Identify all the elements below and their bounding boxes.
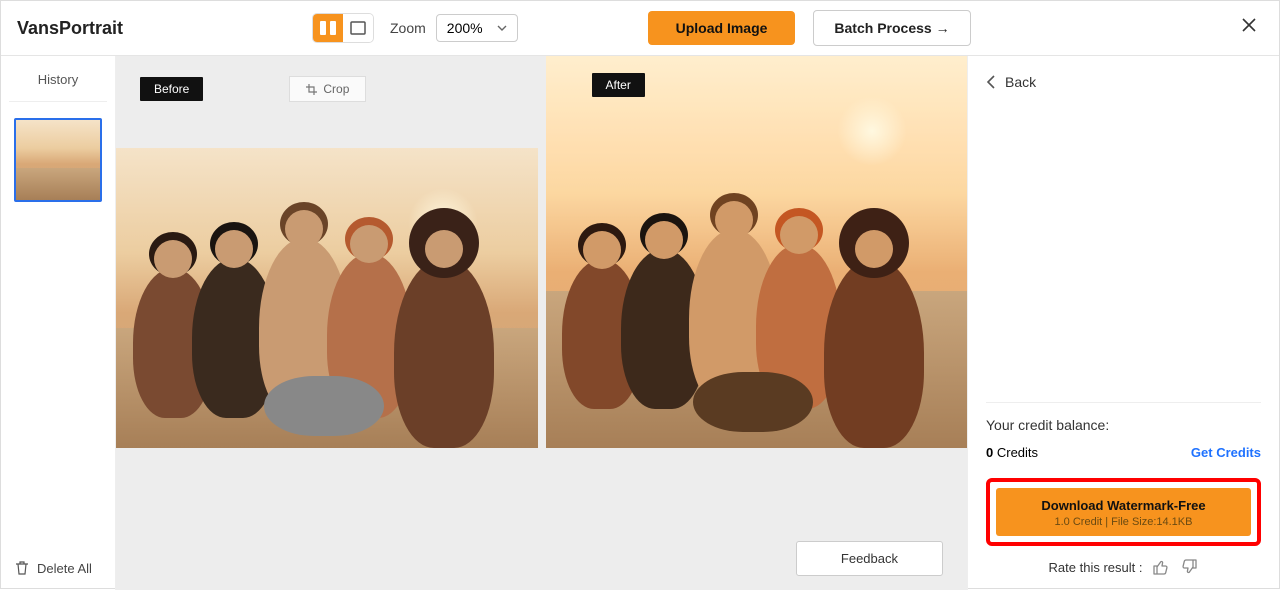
crop-button[interactable]: Crop: [289, 76, 366, 102]
thumbs-down-button[interactable]: [1180, 558, 1198, 576]
back-label: Back: [1005, 74, 1036, 90]
preview-container: Before Crop: [116, 56, 967, 448]
chevron-down-icon: [497, 25, 507, 31]
close-button[interactable]: [1241, 17, 1257, 33]
feedback-button[interactable]: Feedback: [796, 541, 943, 576]
zoom-select[interactable]: 200%: [436, 14, 518, 42]
history-label: History: [9, 64, 107, 102]
crop-label: Crop: [323, 82, 349, 96]
close-icon: [1241, 17, 1257, 33]
right-sidebar: Back Your credit balance: 0 Credits Get …: [967, 56, 1279, 590]
before-header: Before Crop: [140, 76, 366, 102]
trash-icon: [15, 560, 29, 576]
credits-value: 0: [986, 445, 993, 460]
header-controls: Zoom 200% Upload Image Batch Process →: [312, 10, 971, 46]
before-badge: Before: [140, 77, 203, 101]
thumbnail-image: [16, 120, 100, 200]
preview-pane: Before Crop: [116, 56, 967, 590]
upload-image-button[interactable]: Upload Image: [648, 11, 796, 45]
download-sublabel: 1.0 Credit | File Size:14.1KB: [1002, 516, 1245, 528]
batch-process-button[interactable]: Batch Process →: [813, 10, 970, 46]
app-logo: VansPortrait: [17, 18, 312, 39]
credits-display: 0 Credits: [986, 445, 1038, 460]
single-view-button[interactable]: [343, 14, 373, 42]
thumbs-up-button[interactable]: [1152, 558, 1170, 576]
thumbs-up-icon: [1152, 558, 1170, 576]
download-highlight-box: Download Watermark-Free 1.0 Credit | Fil…: [986, 478, 1261, 546]
back-button[interactable]: Back: [986, 74, 1261, 90]
delete-all-label: Delete All: [37, 561, 92, 576]
delete-all-button[interactable]: Delete All: [15, 560, 92, 576]
get-credits-link[interactable]: Get Credits: [1191, 445, 1261, 460]
thumbs-down-icon: [1180, 558, 1198, 576]
credit-row: 0 Credits Get Credits: [986, 445, 1261, 460]
split-columns-icon: [320, 21, 336, 35]
split-view-button[interactable]: [313, 14, 343, 42]
after-image: [546, 56, 968, 448]
after-badge: After: [592, 73, 645, 97]
history-thumbnail[interactable]: [14, 118, 102, 202]
credit-balance-label: Your credit balance:: [986, 402, 1261, 433]
rate-row: Rate this result :: [986, 558, 1261, 576]
after-column: After: [546, 56, 968, 448]
view-mode-toggle: [312, 13, 374, 43]
single-pane-icon: [350, 21, 366, 35]
before-column: Before Crop: [116, 56, 538, 448]
crop-icon: [306, 84, 317, 95]
zoom-value: 200%: [447, 20, 483, 36]
history-sidebar: History Delete All: [1, 56, 116, 590]
header-bar: VansPortrait Zoom 200% Upload Image Batc…: [1, 1, 1279, 56]
body: History Delete All Before Crop: [1, 56, 1279, 590]
download-label: Download Watermark-Free: [1002, 498, 1245, 513]
rate-label: Rate this result :: [1049, 560, 1143, 575]
after-header: After: [592, 76, 645, 94]
credits-suffix: Credits: [997, 445, 1038, 460]
zoom-label: Zoom: [390, 20, 426, 36]
chevron-left-icon: [986, 75, 995, 89]
before-image: [116, 56, 538, 448]
download-button[interactable]: Download Watermark-Free 1.0 Credit | Fil…: [996, 488, 1251, 536]
